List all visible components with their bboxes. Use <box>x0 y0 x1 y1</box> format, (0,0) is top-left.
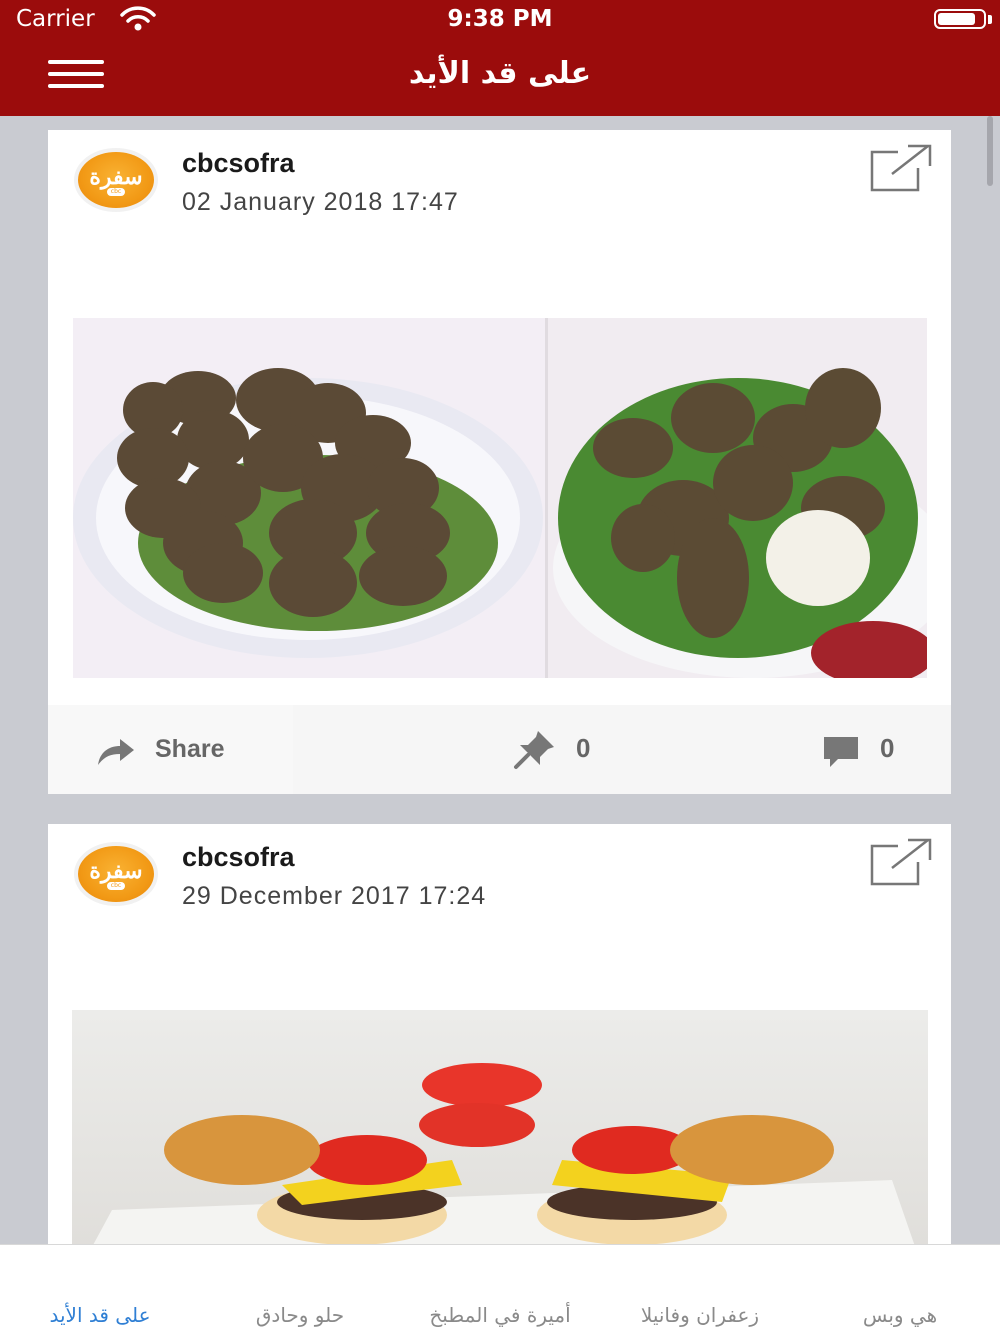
status-time: 9:38 PM <box>447 6 553 32</box>
post-date: 02 January 2018 17:47 <box>182 188 459 216</box>
post-username[interactable]: cbcsofra <box>182 148 295 179</box>
page-title: على قد الأيد <box>408 56 592 91</box>
external-link-icon[interactable] <box>868 836 934 888</box>
share-arrow-icon <box>98 739 134 765</box>
tab-hiya-wa-bas[interactable]: هي وبس <box>800 1303 1000 1327</box>
comment-icon <box>824 737 858 767</box>
share-button[interactable]: Share <box>48 705 293 794</box>
pin-button[interactable]: 0 <box>510 727 610 771</box>
avatar-logo-sub: cbc <box>107 188 125 196</box>
battery-tip <box>988 15 992 24</box>
post-image[interactable] <box>73 318 927 678</box>
tab-amira-fi-el-matbakh[interactable]: أميرة في المطبخ <box>400 1303 600 1327</box>
external-link-icon[interactable] <box>868 142 934 194</box>
post-image[interactable] <box>72 1010 928 1244</box>
avatar[interactable]: سفرة cbc <box>78 846 154 902</box>
tab-helw-wa-hadeq[interactable]: حلو وحادق <box>200 1303 400 1327</box>
tab-zaafaran-wa-vanilla[interactable]: زعفران وفانيلا <box>600 1303 800 1327</box>
battery-icon <box>934 9 986 29</box>
avatar-logo-text: سفرة <box>89 858 143 884</box>
avatar[interactable]: سفرة cbc <box>78 152 154 208</box>
comment-count: 0 <box>880 733 895 763</box>
pin-count: 0 <box>576 733 591 763</box>
post-actions-bar: Share 0 0 <box>48 705 951 794</box>
avatar-logo-sub: cbc <box>107 882 125 890</box>
status-bar: Carrier 9:38 PM <box>0 0 1000 40</box>
pin-icon <box>514 731 554 769</box>
post-username[interactable]: cbcsofra <box>182 842 295 873</box>
post-card: سفرة cbc cbcsofra 02 January 2018 17:47 <box>48 130 951 794</box>
post-card: سفرة cbc cbcsofra 29 December 2017 17:24 <box>48 824 951 1244</box>
share-label: Share <box>155 735 225 763</box>
post-date: 29 December 2017 17:24 <box>182 882 487 910</box>
post-feed[interactable]: سفرة cbc cbcsofra 02 January 2018 17:47 <box>0 116 1000 1244</box>
scroll-indicator[interactable] <box>987 116 993 186</box>
tab-bar: هي وبس زعفران وفانيلا أميرة في المطبخ حل… <box>0 1244 1000 1335</box>
avatar-logo-text: سفرة <box>89 164 143 190</box>
comment-button[interactable]: 0 <box>818 727 918 771</box>
tab-ala-qad-el-eid[interactable]: على قد الأيد <box>0 1303 200 1327</box>
navigation-bar: على قد الأيد <box>0 40 1000 116</box>
